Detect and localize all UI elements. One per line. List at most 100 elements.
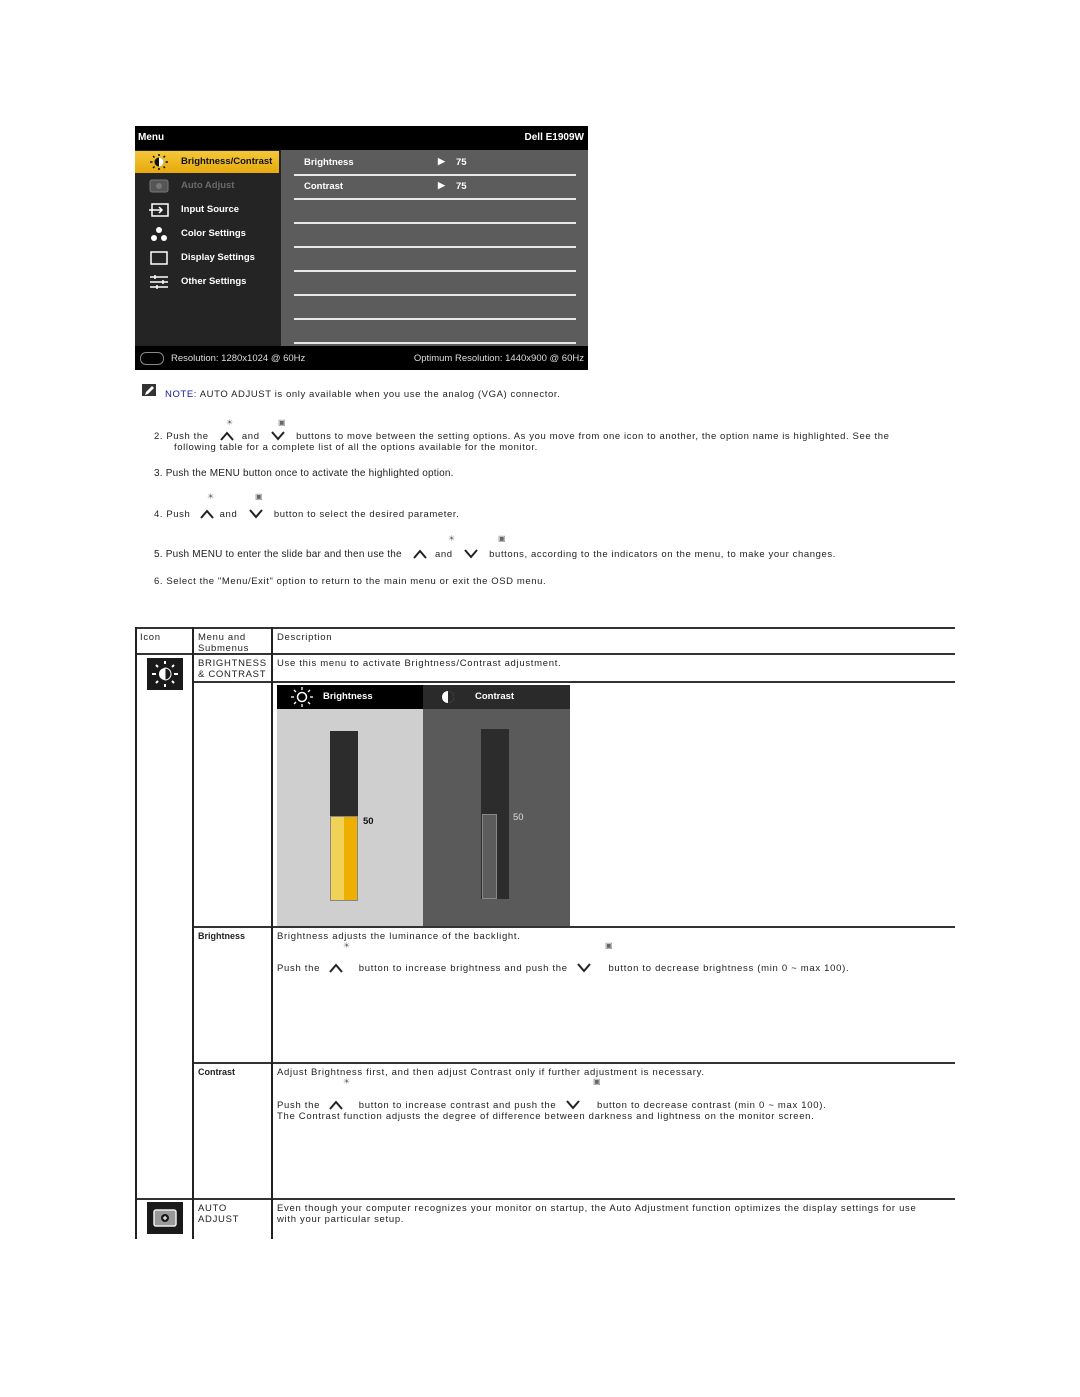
auto-adjust-small-icon: ▣ bbox=[278, 418, 286, 427]
step-2: 2. Push the and buttons to move between … bbox=[154, 431, 890, 442]
osd-menu-item-color-settings[interactable]: Color Settings bbox=[135, 223, 279, 245]
table-border bbox=[193, 1062, 955, 1064]
osd-menu-item-label: Color Settings bbox=[181, 228, 246, 239]
osd-footer: Resolution: 1280x1024 @ 60Hz Optimum Res… bbox=[135, 346, 588, 370]
osd-model: Dell E1909W bbox=[524, 132, 584, 143]
current-resolution: Resolution: 1280x1024 @ 60Hz bbox=[171, 353, 306, 364]
brightness-small-icon: ☀ bbox=[343, 1077, 351, 1086]
osd-sidebar: Brightness/Contrast Auto Adjust Input So… bbox=[135, 150, 281, 346]
brightness-desc: Brightness adjusts the luminance of the … bbox=[277, 931, 521, 942]
note: NOTE: AUTO ADJUST is only available when… bbox=[165, 389, 560, 400]
osd-menu-item-display-settings[interactable]: Display Settings bbox=[135, 247, 279, 269]
brightness-small-icon: ☀ bbox=[207, 492, 215, 501]
step-4: 4. Push and button to select the desired… bbox=[154, 509, 460, 520]
brightness-contrast-icon bbox=[147, 658, 183, 690]
osd-menu-item-label: Display Settings bbox=[181, 252, 255, 263]
menu-brightness-contrast: BRIGHTNESS & CONTRAST bbox=[198, 658, 267, 680]
osd-menu-screenshot: Menu Dell E1909W Brightness/Contrast Aut… bbox=[135, 126, 588, 370]
tab-brightness-label: Brightness bbox=[323, 691, 373, 702]
brightness-slider-fill bbox=[330, 816, 358, 901]
osd-menu-item-auto-adjust[interactable]: Auto Adjust bbox=[135, 175, 279, 197]
tab-brightness: Brightness bbox=[277, 685, 423, 709]
up-arrow-icon bbox=[199, 509, 214, 520]
up-arrow-icon bbox=[329, 1100, 344, 1111]
header-icon: Icon bbox=[140, 632, 161, 643]
auto-adjust-icon bbox=[147, 1202, 183, 1234]
brightness-small-icon: ☀ bbox=[226, 418, 234, 427]
menu-auto-adjust: AUTO ADJUST bbox=[198, 1203, 240, 1225]
brightness-slider-area: 50 bbox=[277, 709, 423, 926]
contrast-desc: Adjust Brightness first, and then adjust… bbox=[277, 1067, 705, 1078]
input-source-icon bbox=[149, 203, 169, 217]
auto-adjust-small-icon: ▣ bbox=[498, 534, 506, 543]
step-2-continued: following table for a complete list of a… bbox=[174, 442, 538, 453]
osd-menu-item-label: Brightness/Contrast bbox=[181, 156, 273, 167]
down-arrow-icon bbox=[577, 963, 591, 974]
brightness-small-icon: ☀ bbox=[343, 941, 351, 950]
dell-logo-icon bbox=[140, 352, 164, 365]
up-arrow-icon bbox=[329, 963, 344, 974]
osd-option-empty bbox=[294, 318, 576, 344]
contrast-instructions: Push the button to increase contrast and… bbox=[277, 1100, 827, 1111]
osd-option-name: Brightness bbox=[304, 157, 354, 168]
other-settings-icon bbox=[150, 275, 168, 289]
table-border bbox=[193, 681, 955, 683]
header-description: Description bbox=[277, 632, 333, 643]
arrow-right-icon: ▶ bbox=[438, 156, 445, 166]
color-settings-icon bbox=[151, 227, 167, 241]
osd-menu-item-label: Input Source bbox=[181, 204, 240, 215]
brightness-contrast-icon bbox=[150, 154, 168, 170]
step-5: 5. Push MENU to enter the slide bar and … bbox=[154, 549, 836, 560]
osd-option-empty bbox=[294, 198, 576, 224]
osd-menu-item-brightness-contrast[interactable]: Brightness/Contrast bbox=[135, 151, 279, 173]
down-arrow-icon bbox=[565, 1100, 580, 1111]
step-6: 6. Select the "Menu/Exit" option to retu… bbox=[154, 576, 547, 587]
sun-icon bbox=[291, 687, 313, 707]
table-border bbox=[271, 627, 273, 1239]
contrast-slider-value: 50 bbox=[513, 812, 524, 823]
table-border bbox=[135, 627, 137, 1239]
table-border bbox=[192, 627, 194, 1239]
osd-menu-item-other-settings[interactable]: Other Settings bbox=[135, 271, 279, 293]
table-border bbox=[193, 926, 955, 928]
brightness-instructions: Push the button to increase brightness a… bbox=[277, 963, 850, 974]
step-3: 3. Push the MENU button once to activate… bbox=[154, 468, 454, 479]
osd-menu-item-input-source[interactable]: Input Source bbox=[135, 199, 279, 221]
osd-option-brightness[interactable]: Brightness ▶ 75 bbox=[294, 150, 576, 176]
contrast-slider-track[interactable] bbox=[481, 729, 509, 899]
tab-contrast-label: Contrast bbox=[475, 691, 515, 702]
down-arrow-icon bbox=[271, 431, 285, 442]
auto-adjust-icon bbox=[149, 179, 169, 193]
osd-option-value: 75 bbox=[456, 157, 467, 168]
auto-adjust-small-icon: ▣ bbox=[255, 492, 263, 501]
contrast-slider-fill bbox=[482, 814, 497, 899]
table-border bbox=[135, 1198, 955, 1200]
arrow-right-icon: ▶ bbox=[438, 180, 445, 190]
brightness-slider-track[interactable] bbox=[330, 731, 358, 901]
header-menu: Menu and Submenus bbox=[198, 632, 250, 654]
display-settings-icon bbox=[150, 251, 168, 265]
osd-option-value: 75 bbox=[456, 181, 467, 192]
osd-title: Menu bbox=[138, 132, 165, 143]
table-border bbox=[135, 627, 955, 629]
brightness-contrast-slider-panel: Brightness Contrast 50 50 bbox=[277, 685, 570, 926]
osd-option-empty bbox=[294, 222, 576, 248]
contrast-desc-2: The Contrast function adjusts the degree… bbox=[277, 1111, 815, 1122]
brightness-slider-value: 50 bbox=[363, 816, 374, 827]
auto-adjust-small-icon: ▣ bbox=[593, 1077, 601, 1086]
brightness-small-icon: ☀ bbox=[448, 534, 456, 543]
contrast-icon bbox=[442, 691, 454, 703]
osd-menu-item-label: Other Settings bbox=[181, 276, 247, 287]
osd-option-empty bbox=[294, 246, 576, 272]
osd-option-contrast[interactable]: Contrast ▶ 75 bbox=[294, 174, 576, 200]
up-arrow-icon bbox=[413, 549, 427, 560]
auto-adjust-small-icon: ▣ bbox=[605, 941, 613, 950]
up-arrow-icon bbox=[220, 431, 234, 442]
osd-option-empty bbox=[294, 294, 576, 320]
osd-option-empty bbox=[294, 270, 576, 296]
desc-brightness-contrast: Use this menu to activate Brightness/Con… bbox=[277, 658, 562, 669]
note-pencil-icon bbox=[142, 384, 156, 396]
submenu-brightness: Brightness bbox=[198, 931, 246, 941]
osd-menu-item-label: Auto Adjust bbox=[181, 180, 235, 191]
contrast-slider-area: 50 bbox=[423, 709, 570, 926]
